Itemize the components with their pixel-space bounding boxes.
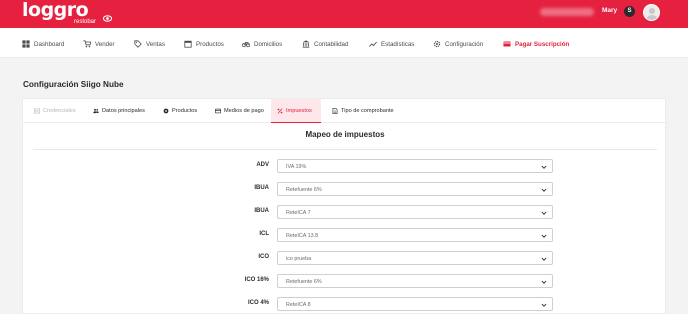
bicycle-icon — [242, 42, 250, 48]
tab-label: Datos principales — [102, 108, 145, 114]
avatar-head — [649, 8, 655, 14]
nav-label: Ventas — [146, 40, 165, 48]
nav-label: Configuración — [445, 40, 484, 48]
document-icon — [332, 108, 338, 114]
nav-item-ventas[interactable]: Ventas — [134, 39, 165, 49]
tax-select[interactable]: ReteICA 13.8 — [277, 228, 553, 242]
credit-card-icon — [503, 41, 511, 47]
logo-text: loggro — [22, 0, 89, 21]
tab-label: Credenciales — [43, 108, 76, 114]
tax-select[interactable]: ico prueba — [277, 251, 553, 265]
cart-icon — [83, 40, 91, 48]
gear-icon — [433, 40, 441, 48]
brand-logo[interactable]: loggro restobar — [22, 0, 102, 26]
tab-tipo-de-comprobante[interactable]: Tipo de comprobante — [326, 99, 400, 123]
nav-label: Productos — [196, 40, 224, 48]
tax-label: ICL — [259, 231, 269, 237]
tab-bar: Credenciales Datos principales Productos… — [23, 99, 667, 123]
tax-label: ADV — [256, 162, 269, 168]
nav-item-domicilios[interactable]: Domicilios — [242, 39, 282, 49]
tax-label: IBUA — [254, 185, 269, 191]
avatar-body — [646, 15, 658, 20]
percent-icon — [277, 107, 283, 114]
tax-select[interactable]: Retefuente 6% — [277, 182, 553, 196]
nav-item-estadisticas[interactable]: Estadísticas — [369, 39, 414, 49]
tax-select[interactable]: ReteICA 7 — [277, 205, 553, 219]
tax-select[interactable]: ReteICA 8 — [277, 297, 553, 311]
tax-select[interactable]: IVA 19% — [277, 159, 553, 173]
tab-impuestos[interactable]: Impuestos — [271, 99, 321, 123]
nav-item-contabilidad[interactable]: Contabilidad — [302, 39, 348, 49]
nav-label: Domicilios — [254, 40, 283, 48]
nav-label: Pagar Suscripción — [515, 40, 570, 48]
user-badge[interactable]: S — [624, 6, 635, 17]
chevron-down-icon — [541, 165, 547, 169]
tax-label: ICO 4% — [247, 300, 269, 306]
tax-label: ICO — [258, 254, 269, 260]
tab-datos-principales[interactable]: Datos principales — [87, 99, 151, 123]
config-card: Credenciales Datos principales Productos… — [22, 98, 667, 314]
tab-label: Productos — [172, 108, 198, 114]
dashboard-icon — [22, 40, 30, 48]
tax-select-value: Retefuente 6% — [286, 186, 322, 193]
top-bar: loggro restobar Mary S — [0, 0, 688, 28]
nav-item-productos[interactable]: Productos — [184, 39, 224, 49]
building-icon — [302, 40, 310, 48]
tax-select-value: ReteICA 13.8 — [286, 232, 319, 239]
tax-select-value: ReteICA 7 — [286, 209, 311, 216]
nav-item-vender[interactable]: Vender — [83, 39, 115, 49]
tax-label: ICO 16% — [244, 277, 269, 283]
eye-icon[interactable] — [103, 14, 112, 23]
tab-productos[interactable]: Productos — [157, 99, 203, 123]
chevron-down-icon — [541, 303, 547, 307]
tax-label: IBUA — [254, 208, 269, 214]
nav-label: Vender — [95, 40, 115, 48]
nav-item-configuracion[interactable]: Configuración — [433, 39, 483, 49]
credit-card-icon — [215, 108, 221, 114]
chevron-down-icon — [541, 257, 547, 261]
blurred-info — [540, 8, 594, 16]
chevron-down-icon — [541, 188, 547, 192]
user-name[interactable]: Mary — [602, 7, 617, 14]
tab-label: Tipo de comprobante — [341, 108, 394, 114]
tab-label: Medios de pago — [224, 108, 264, 114]
nav-label: Dashboard — [34, 40, 65, 48]
tag-icon — [134, 40, 142, 48]
chevron-down-icon — [541, 211, 547, 215]
tax-select-value: ico prueba — [286, 255, 312, 262]
users-icon — [93, 108, 99, 114]
tab-credenciales[interactable]: Credenciales — [28, 99, 82, 123]
nav-label: Estadísticas — [381, 40, 415, 48]
key-icon — [34, 108, 40, 114]
tax-select-value: Retefuente 6% — [286, 278, 322, 285]
section-title: Mapeo de impuestos — [305, 130, 385, 139]
chart-line-icon — [369, 41, 377, 47]
page-title: Configuración Siigo Nube — [23, 80, 124, 89]
main-nav: Dashboard Vender Ventas Productos Domici… — [0, 28, 688, 58]
divider — [33, 149, 657, 150]
nav-item-dashboard[interactable]: Dashboard — [22, 39, 64, 49]
box-icon — [163, 108, 169, 114]
tax-select-value: ReteICA 8 — [286, 301, 311, 308]
logo-subtext: restobar — [74, 19, 97, 25]
tab-medios-de-pago[interactable]: Medios de pago — [209, 99, 270, 123]
tax-select[interactable]: Retefuente 6% — [277, 274, 553, 288]
nav-label: Contabilidad — [314, 40, 349, 48]
tab-label: Impuestos — [286, 107, 312, 114]
nav-item-pagar-suscripcion[interactable]: Pagar Suscripción — [503, 39, 569, 49]
chevron-down-icon — [541, 280, 547, 284]
tax-select-value: IVA 19% — [286, 163, 307, 170]
avatar[interactable] — [643, 4, 660, 21]
chevron-down-icon — [541, 234, 547, 238]
box-icon — [184, 40, 192, 48]
